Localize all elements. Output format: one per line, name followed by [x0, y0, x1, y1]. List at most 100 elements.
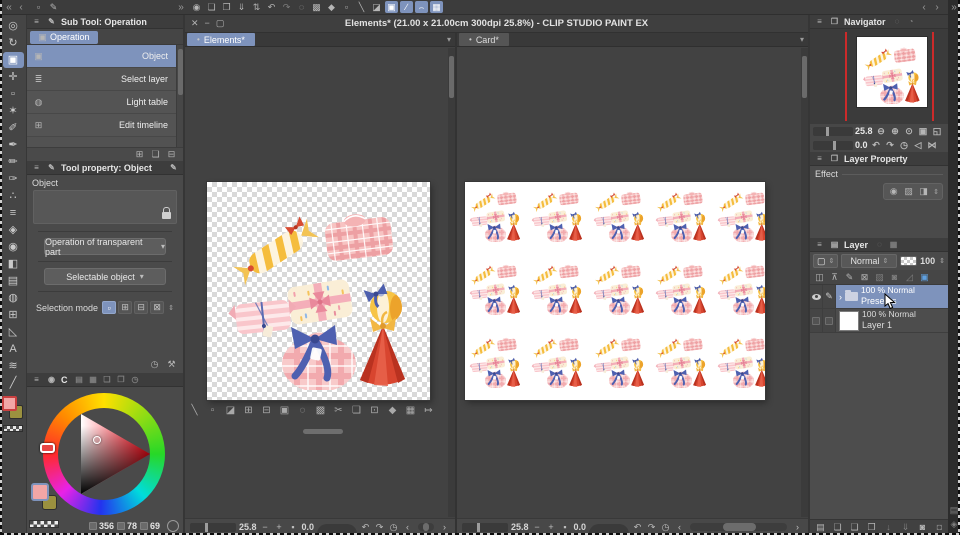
window-minimize-button[interactable]: − [205, 18, 210, 29]
move-tool[interactable]: ✛ [3, 69, 24, 85]
panel-menu-icon[interactable]: ≡ [31, 374, 42, 385]
lock-layer-icon[interactable]: ⊠ [858, 271, 871, 283]
cut-paste-icon[interactable]: ✂ [332, 405, 345, 417]
window-title-bar[interactable]: ✕ − ▢ Elements* (21.00 x 21.00cm 300dpi 25… [185, 15, 808, 33]
canvas-card[interactable] [465, 182, 765, 400]
navigator-preview[interactable] [810, 29, 948, 124]
scroll-right-icon[interactable]: › [792, 522, 803, 532]
collapse-bar-icon[interactable]: ‹ [674, 522, 685, 533]
color-set-tab[interactable]: ▦ [88, 374, 99, 385]
paste-icon[interactable]: ⊡ [368, 405, 381, 417]
vertical-scrollbar[interactable] [448, 48, 455, 517]
clear-outside-icon[interactable]: ◌ [296, 405, 309, 417]
snap-grid-icon[interactable]: ▦ [430, 1, 443, 13]
nav-fit-area-icon[interactable]: ◱ [931, 125, 944, 137]
selection-mode-multiply[interactable]: ⊠ [150, 301, 165, 314]
subtool-select-layer[interactable]: ≣ Select layer [27, 68, 176, 91]
transparent-color-swatch[interactable] [3, 425, 23, 432]
blend-tool[interactable]: ◉ [3, 239, 24, 255]
selection-mode-subtract[interactable]: ⊟ [134, 301, 149, 314]
pencil-tool[interactable]: ✏ [3, 154, 24, 170]
navigator-thumbnail[interactable] [857, 37, 927, 107]
link-ruler-icon[interactable]: ◿ [903, 271, 916, 283]
nav-zoom-in-icon[interactable]: ⊕ [889, 125, 902, 137]
select-tone-icon[interactable]: ▩ [310, 1, 323, 13]
new-layer-folder-icon[interactable]: ❒ [865, 522, 878, 534]
horizontal-scrollbar[interactable] [690, 523, 787, 531]
zoom-out-icon[interactable]: − [532, 522, 543, 532]
snap-special-ruler-icon[interactable]: ⌢ [415, 1, 428, 13]
intermediate-color-tab[interactable]: ❏ [102, 374, 113, 385]
window-close-button[interactable]: ✕ [191, 18, 199, 29]
expression-color-icon[interactable]: ◨ [917, 186, 930, 198]
selectable-object-dropdown[interactable]: Selectable object ▾ [44, 268, 166, 285]
window-maximize-button[interactable]: ▢ [216, 18, 225, 29]
straight-line-icon[interactable]: ╲ [355, 1, 368, 13]
nav-reset-rotation-icon[interactable]: ◷ [898, 139, 911, 151]
frame-border-tool[interactable]: ⊞ [3, 307, 24, 323]
transfer-to-layer-icon[interactable]: ↓ [882, 522, 895, 534]
hue-marker[interactable] [40, 443, 55, 453]
zoom-fit-icon[interactable]: ▪ [560, 522, 571, 532]
zoom-tool[interactable]: ◎ [3, 18, 24, 34]
color-wheel-tab-icon[interactable]: ◉ [46, 374, 57, 385]
correct-line-tool[interactable]: ╱ [3, 375, 24, 391]
tone-icon[interactable]: ▩ [314, 405, 327, 417]
layer-menu-icon[interactable]: ▤ [814, 522, 827, 534]
scroll-right-icon[interactable]: › [439, 522, 450, 532]
figure-tool[interactable]: ◺ [3, 324, 24, 340]
color-history-tab[interactable]: ◷ [130, 374, 141, 385]
reselect-icon[interactable]: ▫ [206, 405, 219, 417]
tone-effect-icon[interactable]: ▨ [902, 186, 915, 198]
eraser-tool[interactable]: ◈ [3, 222, 24, 238]
rotate-cw-icon[interactable]: ↷ [374, 522, 385, 533]
decoration-tool[interactable]: ≡ [3, 205, 24, 221]
foreground-color-swatch[interactable] [31, 483, 49, 501]
rotate-ccw-icon[interactable]: ↶ [632, 522, 643, 533]
expand-folder-icon[interactable]: › [839, 292, 842, 302]
color-slider-tab[interactable]: ▤ [74, 374, 85, 385]
subtool-edit-timeline[interactable]: ⊞ Edit timeline [27, 114, 176, 137]
zoom-in-icon[interactable]: + [546, 522, 557, 532]
layer-edit-checkbox[interactable] [825, 316, 833, 325]
object-tool[interactable]: ▣ [2, 51, 24, 68]
expand-selection-icon[interactable]: ⊞ [242, 405, 255, 417]
brush-tool[interactable]: ✑ [3, 171, 24, 187]
rotate-canvas-tool[interactable]: ↻ [3, 35, 24, 51]
foreground-color-swatch[interactable] [2, 396, 17, 411]
gradient-tool[interactable]: ▤ [3, 273, 24, 289]
line-correct-tool[interactable]: ≋ [3, 358, 24, 374]
collapse-bar-icon[interactable]: ‹ [402, 522, 413, 533]
transparent-color-swatch[interactable] [29, 520, 59, 528]
redo-icon[interactable]: ↷ [280, 1, 293, 13]
layer-thumbnail[interactable] [839, 310, 859, 331]
apply-mask-icon[interactable]: ◘ [933, 522, 946, 534]
shrink-selection-icon[interactable]: ⊟ [260, 405, 273, 417]
reset-rotation-icon[interactable]: ◷ [660, 522, 671, 533]
wheel-color-swatches[interactable] [31, 483, 65, 517]
panel-menu-icon[interactable]: ≡ [814, 239, 825, 250]
tab-menu-icon[interactable]: ▾ [447, 35, 453, 44]
clip-studio-icon[interactable]: ◉ [190, 1, 203, 13]
palette-color-button[interactable]: ▢ ⇕ [813, 254, 839, 268]
auto-select-tool[interactable]: ✶ [3, 103, 24, 119]
reset-rotation-icon[interactable]: ◷ [388, 522, 399, 533]
nav-info-tab[interactable]: ◔ [906, 16, 917, 27]
selection-tool[interactable]: ▫ [3, 86, 24, 102]
snap-on-icon[interactable]: ▣ [385, 1, 398, 13]
spinner-icon[interactable]: ⇕ [168, 304, 174, 312]
new-tone-icon[interactable]: ▦ [404, 405, 417, 417]
snap-ruler-icon[interactable]: ∕ [400, 1, 413, 13]
rotate-ccw-icon[interactable]: ↶ [360, 522, 371, 533]
opacity-slider[interactable] [900, 256, 918, 266]
layer-visible-checkbox[interactable] [812, 316, 820, 325]
nav-rotate-ccw-icon[interactable]: ↶ [870, 139, 883, 151]
zoom-slider[interactable] [190, 522, 236, 532]
clear-icon[interactable]: ▣ [278, 405, 291, 417]
enable-mask-icon[interactable]: ◙ [888, 271, 901, 283]
airbrush-tool[interactable]: ∴ [3, 188, 24, 204]
border-effect-icon[interactable]: ◉ [887, 186, 900, 198]
new-file-icon[interactable]: ❏ [205, 1, 218, 13]
vertical-scrollbar[interactable] [801, 48, 808, 517]
tab-card[interactable]: • Card* [459, 33, 509, 46]
